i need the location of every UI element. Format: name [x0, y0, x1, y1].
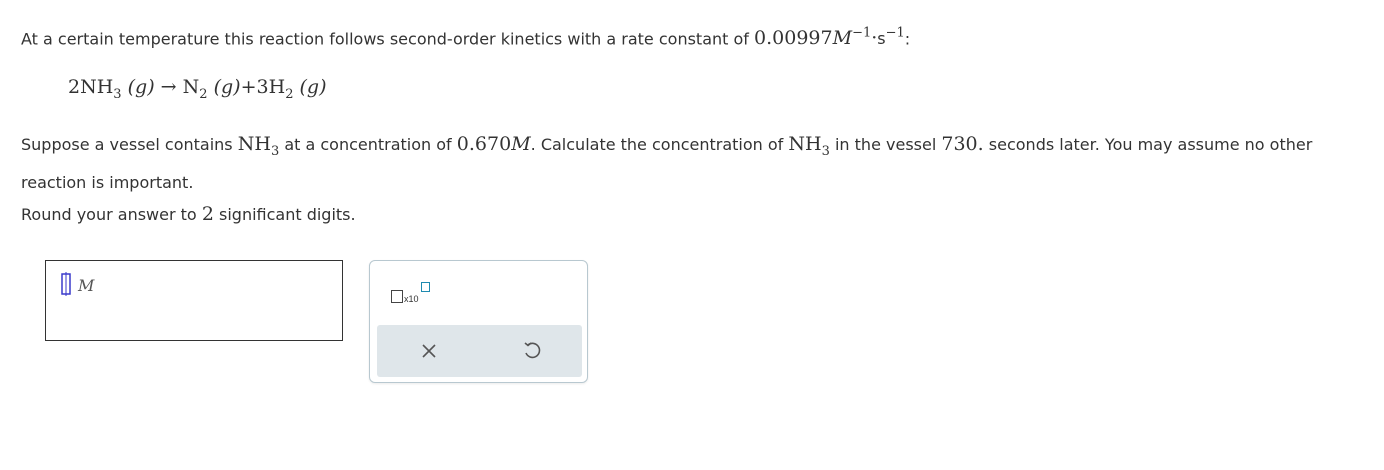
rate-unit-m: M [832, 27, 853, 50]
product-2: 3H [256, 76, 286, 98]
p3-text-b: significant digits. [219, 205, 356, 224]
rate-exp-1: −1 [852, 26, 872, 41]
time-value: 730. [941, 133, 984, 155]
undo-icon[interactable] [522, 340, 542, 362]
nh3-subscript: 3 [270, 143, 280, 159]
plus-sign: + [240, 76, 257, 98]
rate-unit-s: s [877, 29, 886, 49]
text-cursor-icon [61, 272, 71, 296]
p2-text-d: in the vessel [834, 135, 937, 154]
nh3-base-2: NH [788, 133, 822, 155]
question-intro-line: At a certain temperature this reaction f… [21, 26, 910, 49]
p2-text-a: Suppose a vessel contains [21, 135, 233, 154]
p2-text-b: at a concentration of [284, 135, 452, 154]
reaction-arrow: → [160, 76, 177, 98]
question-paragraph: Suppose a vessel contains NH3 at a conce… [21, 129, 1371, 198]
product-1-subscript: 2 [199, 86, 208, 102]
rounding-instruction: Round your answer to 2 significant digit… [21, 203, 356, 225]
product-2-subscript: 2 [285, 86, 294, 102]
nh3-formula: NH3 [237, 133, 279, 159]
p3-text-a: Round your answer to [21, 205, 197, 224]
rate-exp-2: −1 [885, 26, 905, 41]
rate-colon: : [904, 29, 911, 49]
base-box-icon [391, 290, 403, 303]
sig-digits-value: 2 [201, 203, 214, 225]
rate-constant: 0.00997M−1·s−1 [754, 26, 905, 50]
scientific-notation-button[interactable]: x10 [388, 279, 438, 313]
product-2-phase: (g) [299, 76, 327, 98]
p2-text-c: . Calculate the concentration of [530, 135, 784, 154]
clear-icon[interactable] [419, 341, 439, 361]
conc-value: 0.670 [456, 133, 512, 155]
exponent-box-icon [421, 282, 430, 292]
math-toolbar: x10 [369, 260, 588, 383]
nh3-subscript-2: 3 [821, 143, 830, 159]
product-1: N [182, 76, 200, 98]
sci-x10-label: x10 [404, 294, 419, 304]
reactant: 2NH [68, 76, 114, 98]
nh3-base: NH [237, 133, 271, 155]
intro-text: At a certain temperature this reaction f… [21, 29, 749, 49]
rate-value: 0.00997 [754, 27, 833, 50]
conc-unit: M [511, 133, 531, 155]
nh3-formula-2: NH3 [788, 133, 829, 159]
reactant-phase: (g) [127, 76, 155, 98]
action-bar [377, 325, 582, 377]
initial-concentration: 0.670M [457, 133, 531, 155]
answer-input[interactable]: M [45, 260, 343, 341]
reaction-equation: 2NH3 (g) → N2 (g)+3H2 (g) [68, 76, 327, 102]
answer-unit: M [78, 276, 95, 295]
product-1-phase: (g) [213, 76, 241, 98]
reactant-subscript: 3 [113, 86, 122, 102]
